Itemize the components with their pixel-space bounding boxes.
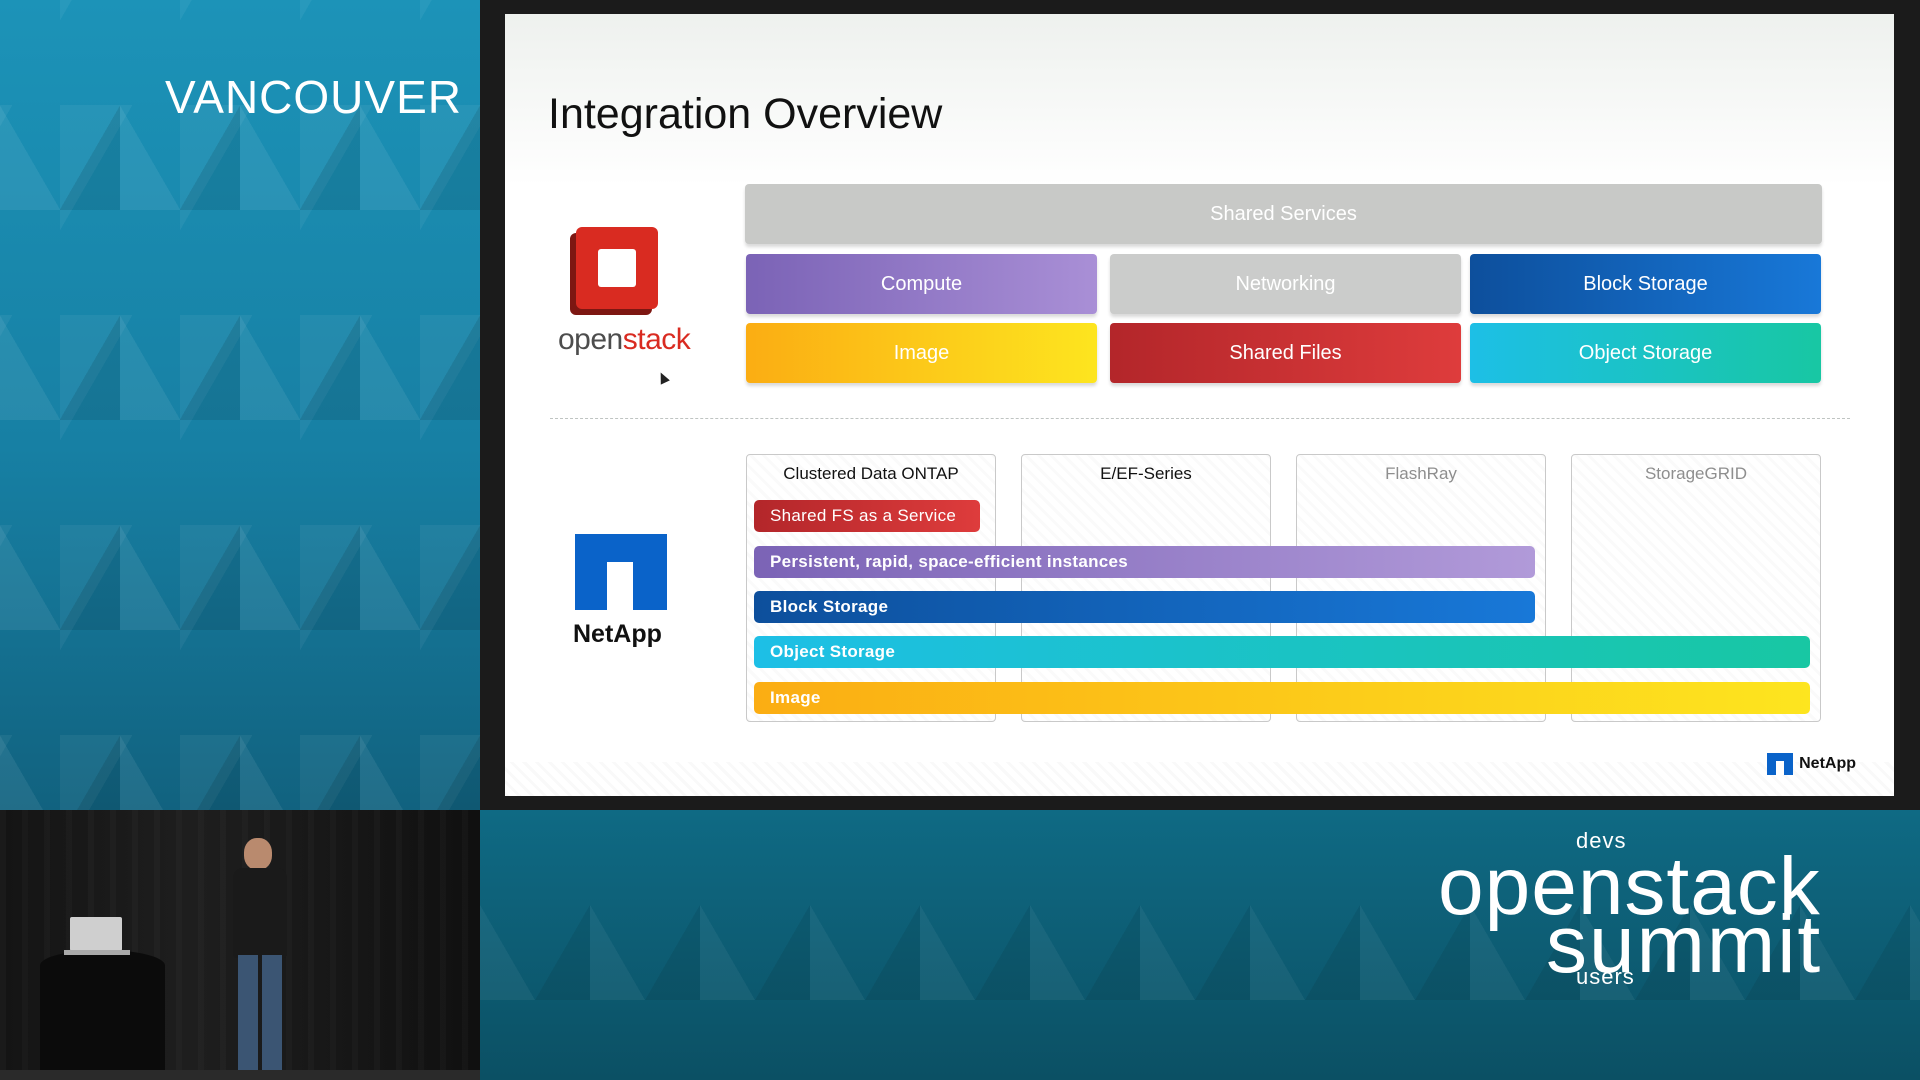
- presentation-slide: Integration Overview openstack Shared Se…: [505, 14, 1894, 796]
- bar-block-storage: Block Storage: [754, 591, 1535, 623]
- slide-footer-stripes: [505, 762, 1894, 796]
- networking-box: Networking: [1110, 254, 1461, 314]
- openstack-cube-icon: [576, 227, 658, 309]
- block-storage-box: Block Storage: [1470, 254, 1821, 314]
- bar-object-storage: Object Storage: [754, 636, 1810, 668]
- netapp-mark-icon: [575, 534, 667, 610]
- object-storage-box: Object Storage: [1470, 323, 1821, 383]
- speaker-head: [244, 838, 272, 870]
- laptop-base: [64, 950, 130, 955]
- openstack-wordmark-stack: stack: [622, 323, 691, 356]
- netapp-wordmark: NetApp: [573, 620, 662, 648]
- stage-floor: [0, 1070, 480, 1080]
- netapp-logo: NetApp: [563, 534, 673, 654]
- slide-title: Integration Overview: [548, 90, 943, 138]
- shared-files-box: Shared Files: [1110, 323, 1461, 383]
- section-divider: [550, 418, 1850, 419]
- laptop: [70, 917, 122, 951]
- openstack-wordmark-open: open: [558, 323, 623, 356]
- event-side-panel: VANCOUVER: [0, 0, 480, 810]
- bar-shared-fs: Shared FS as a Service: [754, 500, 980, 532]
- netapp-footer-logo: NetApp: [1767, 752, 1856, 776]
- netapp-footer-mark-icon: [1767, 753, 1794, 775]
- city-title: VANCOUVER: [165, 71, 462, 123]
- speaker-video: [0, 810, 480, 1080]
- compute-box: Compute: [746, 254, 1097, 314]
- openstack-summit-logo: devs openstack summit users: [1438, 828, 1848, 998]
- speaker-legs: [238, 955, 282, 1080]
- openstack-wordmark: openstack: [558, 323, 691, 357]
- stage-table: [40, 950, 165, 1080]
- openstack-logo: openstack: [558, 219, 691, 359]
- speaker-body: [233, 868, 287, 958]
- bar-image: Image: [754, 682, 1810, 714]
- column-label-ontap: Clustered Data ONTAP: [783, 464, 959, 483]
- shared-services-box: Shared Services: [745, 184, 1822, 244]
- column-label-storagegrid: StorageGRID: [1644, 464, 1748, 483]
- logo-users-text: users: [1576, 964, 1635, 989]
- column-label-ef-series: E/EF-Series: [1100, 464, 1192, 483]
- netapp-footer-wordmark: NetApp: [1799, 755, 1856, 772]
- column-label-flashray: FlashRay: [1385, 464, 1457, 483]
- bar-persistent-instances: Persistent, rapid, space-efficient insta…: [754, 546, 1535, 578]
- image-box: Image: [746, 323, 1097, 383]
